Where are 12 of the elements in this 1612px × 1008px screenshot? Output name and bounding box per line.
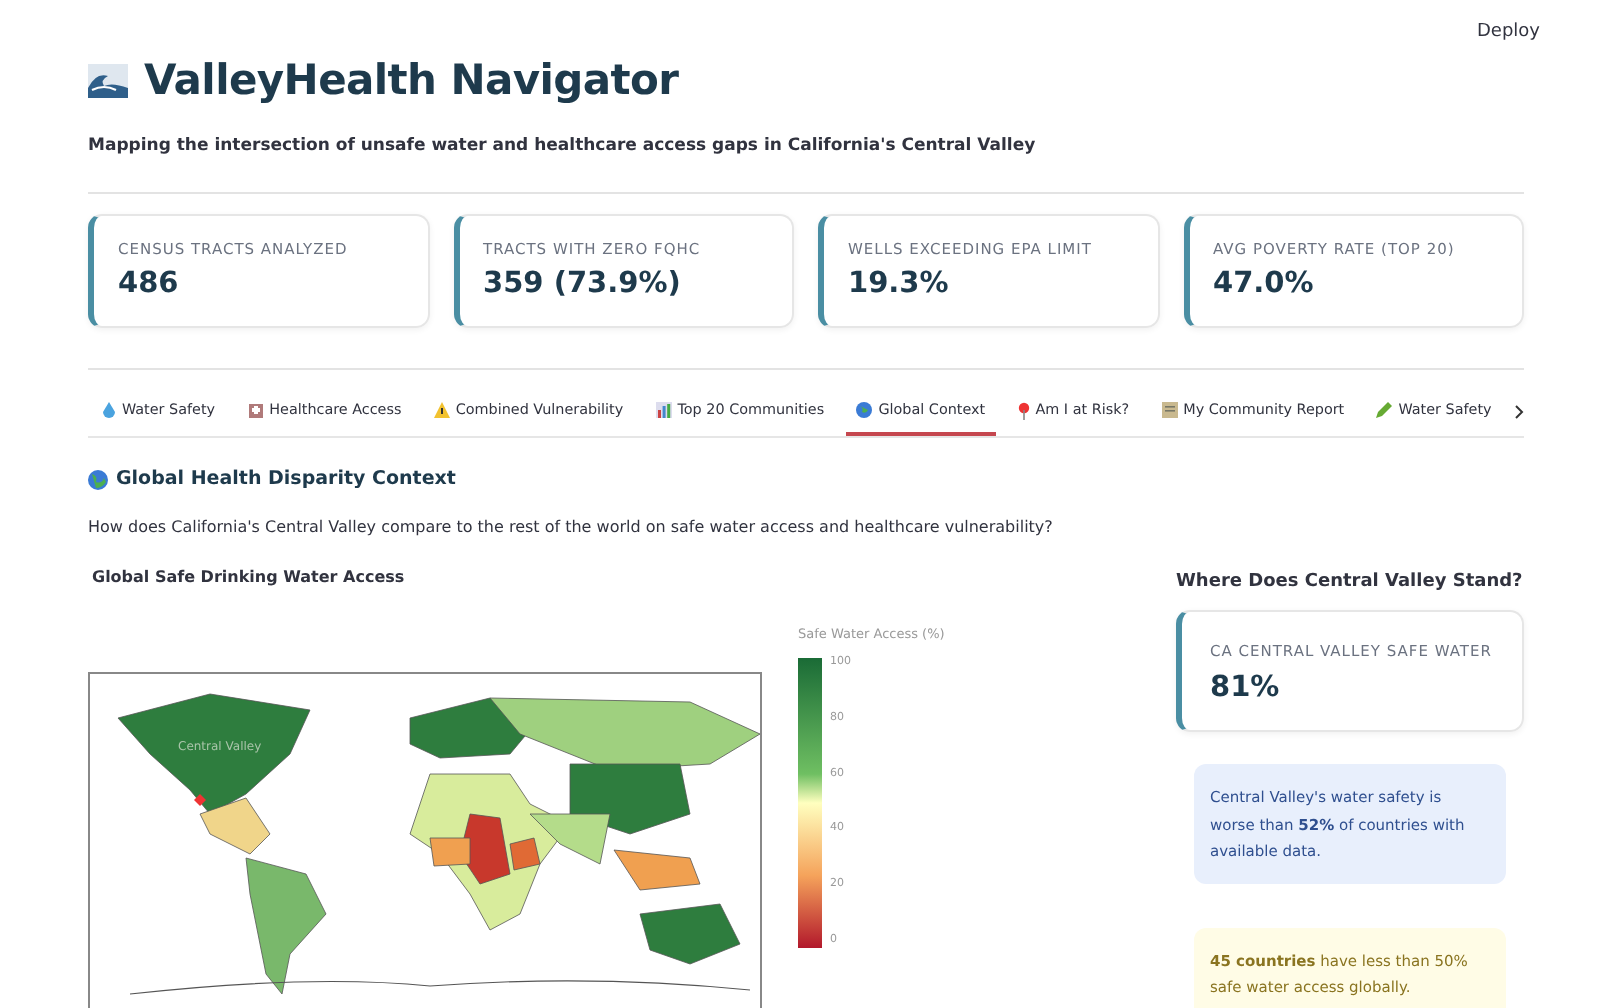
- subtitle: Mapping the intersection of unsafe water and healthcare access gaps in California's Central Valley: [88, 134, 1038, 160]
- section-heading: Global Health Disparity Context: [116, 465, 456, 494]
- side-heading: Where Does Central Valley Stand?: [1176, 569, 1524, 596]
- page-title: ValleyHealth Navigator: [144, 56, 679, 107]
- metric-value: 81%: [1210, 669, 1282, 708]
- metric-value: 47.0%: [1213, 266, 1316, 305]
- metric-value: 486: [118, 266, 181, 305]
- section-question: How does California's Central Valley compare to the rest of the world on safe water access and healthcare vulnerability?: [88, 515, 1055, 540]
- metric-value: 359 (73.9%): [483, 266, 683, 305]
- metric-value: 19.3%: [848, 266, 951, 305]
- deploy-button[interactable]: Deploy: [1468, 16, 1548, 51]
- chart-title: Global Safe Drinking Water Access: [92, 565, 407, 590]
